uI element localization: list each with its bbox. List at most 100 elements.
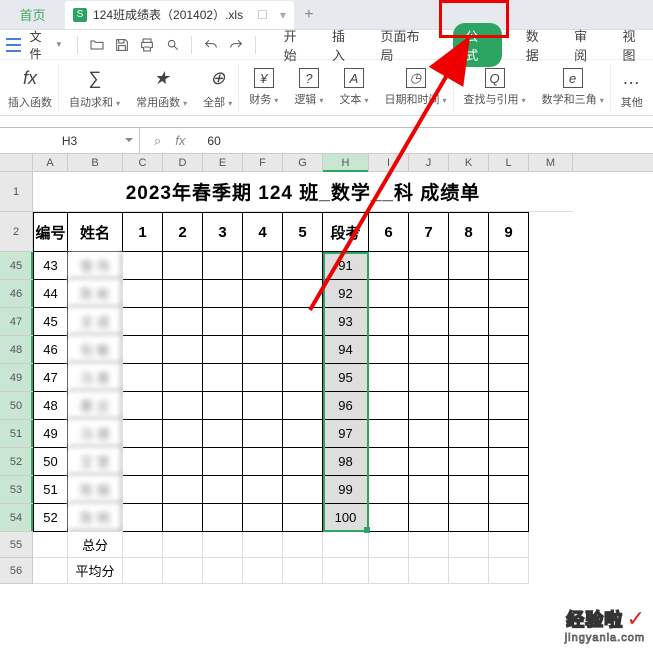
cell[interactable] (203, 392, 243, 420)
cell[interactable] (123, 364, 163, 392)
cell[interactable] (489, 420, 529, 448)
cell[interactable] (243, 392, 283, 420)
cell[interactable] (163, 364, 203, 392)
cell[interactable] (243, 420, 283, 448)
tab-review[interactable]: 审阅 (574, 26, 598, 64)
cell[interactable] (489, 504, 529, 532)
redo-icon[interactable] (225, 34, 246, 56)
cell-name[interactable]: 陈 明 (68, 504, 123, 532)
cell[interactable] (283, 504, 323, 532)
cell[interactable] (369, 420, 409, 448)
cell[interactable] (369, 280, 409, 308)
cell[interactable] (163, 504, 203, 532)
cell[interactable] (243, 252, 283, 280)
cell-id[interactable]: 47 (33, 364, 68, 392)
other-functions-button[interactable]: … 其他 (615, 64, 649, 111)
cell[interactable] (449, 504, 489, 532)
cell[interactable] (163, 336, 203, 364)
cell[interactable] (409, 252, 449, 280)
row-header[interactable]: 53 (0, 476, 33, 504)
home-tab[interactable]: 首页 (0, 1, 65, 29)
cell[interactable] (163, 558, 203, 584)
print-preview-icon[interactable] (162, 34, 183, 56)
cell[interactable] (489, 558, 529, 584)
cell[interactable] (203, 558, 243, 584)
cell-name[interactable]: 文 成 (68, 308, 123, 336)
col-header-H[interactable]: H (323, 154, 369, 171)
cell[interactable] (123, 448, 163, 476)
cell-name[interactable]: 冯 德 (68, 420, 123, 448)
cell[interactable] (409, 308, 449, 336)
cell-name[interactable]: 冯 惠 (68, 364, 123, 392)
cell[interactable] (369, 252, 409, 280)
row-header-55[interactable]: 55 (0, 532, 33, 558)
open-folder-icon[interactable] (86, 34, 107, 56)
row-header[interactable]: 46 (0, 280, 33, 308)
cell[interactable] (369, 558, 409, 584)
row-header[interactable]: 47 (0, 308, 33, 336)
cell[interactable] (163, 532, 203, 558)
cell[interactable] (283, 420, 323, 448)
cell[interactable] (283, 476, 323, 504)
cell[interactable] (409, 476, 449, 504)
cell[interactable] (409, 280, 449, 308)
cell[interactable] (489, 532, 529, 558)
cell[interactable] (489, 280, 529, 308)
col-header-G[interactable]: G (283, 154, 323, 171)
row-header[interactable]: 52 (0, 448, 33, 476)
cell-id[interactable]: 50 (33, 448, 68, 476)
cell-name[interactable]: 蔡 庄 (68, 392, 123, 420)
file-menu[interactable]: 文件 (29, 28, 52, 62)
cell[interactable] (163, 420, 203, 448)
cell[interactable] (489, 336, 529, 364)
cell[interactable] (283, 558, 323, 584)
cell[interactable] (123, 336, 163, 364)
cell[interactable] (369, 336, 409, 364)
cell[interactable] (163, 252, 203, 280)
cell[interactable] (123, 558, 163, 584)
cell[interactable] (449, 364, 489, 392)
cell[interactable] (283, 532, 323, 558)
cell-id[interactable]: 44 (33, 280, 68, 308)
cell[interactable] (369, 364, 409, 392)
datetime-functions-button[interactable]: ◷ 日期和时间 ▾ (378, 64, 453, 111)
logic-functions-button[interactable]: ? 逻辑 ▾ (288, 64, 329, 111)
cell-score[interactable]: 92 (323, 280, 369, 308)
col-header-M[interactable]: M (529, 154, 573, 171)
tab-view[interactable]: 视图 (623, 26, 647, 64)
col-header-I[interactable]: I (369, 154, 409, 171)
cell[interactable] (283, 308, 323, 336)
cell[interactable] (283, 448, 323, 476)
cell[interactable] (489, 476, 529, 504)
row-header[interactable]: 51 (0, 420, 33, 448)
cell-score[interactable]: 95 (323, 364, 369, 392)
cell-name[interactable]: 陈 娟 (68, 476, 123, 504)
cell[interactable] (123, 476, 163, 504)
cell[interactable] (409, 336, 449, 364)
col-header-K[interactable]: K (449, 154, 489, 171)
cell[interactable] (489, 252, 529, 280)
cell[interactable] (369, 448, 409, 476)
cell[interactable] (123, 280, 163, 308)
tab-data[interactable]: 数据 (526, 26, 550, 64)
cell[interactable] (203, 420, 243, 448)
cell[interactable] (243, 558, 283, 584)
cell[interactable] (489, 364, 529, 392)
cell[interactable] (163, 448, 203, 476)
add-tab-button[interactable]: + (294, 6, 324, 24)
cell[interactable] (409, 558, 449, 584)
cell[interactable] (409, 364, 449, 392)
math-functions-button[interactable]: e 数学和三角 ▾ (536, 64, 611, 111)
name-box[interactable]: H3 (0, 128, 140, 153)
cell[interactable] (369, 504, 409, 532)
cell[interactable] (243, 532, 283, 558)
cell[interactable] (163, 308, 203, 336)
cell[interactable] (243, 476, 283, 504)
cell[interactable] (203, 504, 243, 532)
col-header-D[interactable]: D (163, 154, 203, 171)
cell[interactable] (449, 336, 489, 364)
cell-score[interactable]: 99 (323, 476, 369, 504)
row-header[interactable]: 50 (0, 392, 33, 420)
cell[interactable] (243, 504, 283, 532)
autosum-button[interactable]: ∑ 自动求和 ▾ (63, 64, 126, 111)
